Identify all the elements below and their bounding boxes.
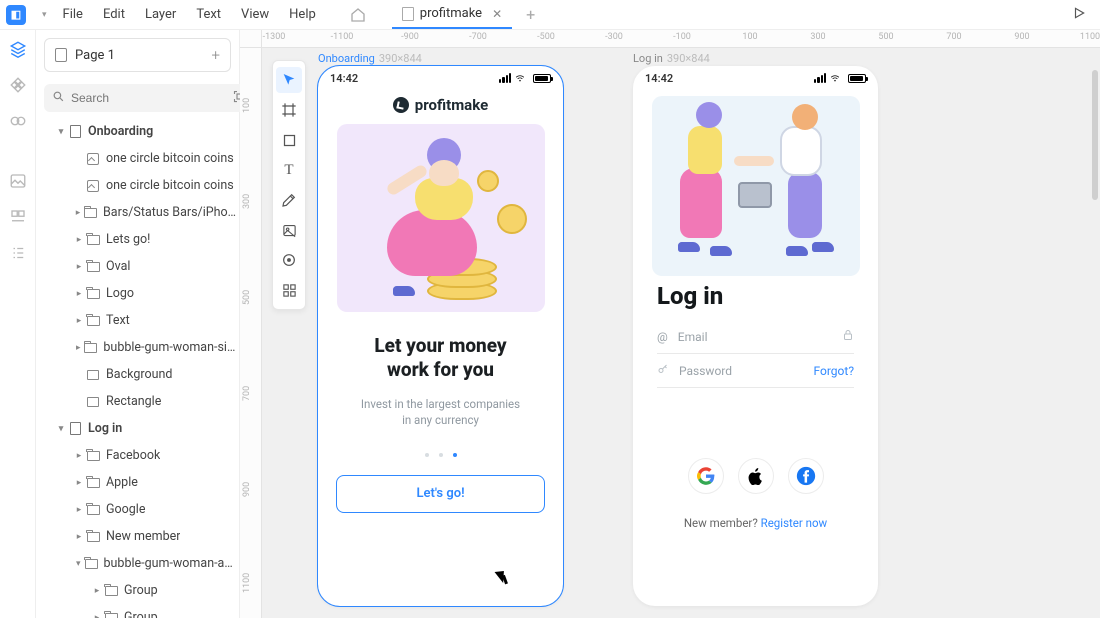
layer-row[interactable]: Background	[36, 361, 239, 388]
page-label: Page 1	[75, 48, 115, 63]
home-tab-icon[interactable]	[344, 1, 372, 29]
pen-tool-icon[interactable]	[276, 187, 302, 213]
rail-styles-icon[interactable]	[7, 206, 29, 228]
wifi-icon	[828, 73, 842, 83]
login-heading: Log in	[657, 282, 878, 310]
layer-row[interactable]: Rectangle	[36, 388, 239, 415]
battery-icon	[533, 74, 551, 83]
layer-row[interactable]: ▸Group	[36, 604, 239, 618]
wifi-icon	[513, 73, 527, 83]
layer-row[interactable]: ▸Google	[36, 496, 239, 523]
brand-logo: profitmake	[318, 96, 563, 114]
signal-icon	[499, 73, 511, 83]
file-icon	[402, 7, 414, 21]
layer-row[interactable]: ▸bubble-gum-woman-sits-on...	[36, 334, 239, 361]
menu-file[interactable]: File	[53, 3, 93, 26]
artboard-onboarding[interactable]: 14:42 profitmake	[318, 66, 563, 606]
status-indicators	[499, 73, 551, 83]
register-link[interactable]: Register now	[761, 516, 828, 530]
layer-row[interactable]: ▾bubble-gum-woman-and-m...	[36, 550, 239, 577]
menu-help[interactable]: Help	[279, 3, 326, 26]
key-icon	[657, 363, 669, 378]
menu-edit[interactable]: Edit	[93, 3, 135, 26]
signal-icon	[814, 73, 826, 83]
search-icon	[52, 90, 65, 107]
artboard-label-login[interactable]: Log in390×844	[633, 52, 710, 65]
lock-icon	[842, 329, 854, 344]
onboarding-headline: Let your moneywork for you	[318, 334, 563, 382]
rail-components-icon[interactable]	[7, 74, 29, 96]
search-box[interactable]	[44, 84, 255, 112]
tools-panel: T	[272, 60, 306, 310]
battery-icon	[848, 74, 866, 83]
document-tab-label: profitmake	[420, 6, 482, 21]
image-tool-icon[interactable]	[276, 217, 302, 243]
app-menu-caret[interactable]: ▾	[36, 10, 53, 20]
layer-row[interactable]: ▸Text	[36, 307, 239, 334]
status-time: 14:42	[645, 72, 673, 85]
cursor-icon	[495, 567, 510, 583]
add-page-icon[interactable]: +	[212, 46, 220, 64]
canvas-scrollbar[interactable]	[1092, 70, 1098, 200]
status-time: 14:42	[330, 72, 358, 85]
layer-row[interactable]: ▸Logo	[36, 280, 239, 307]
onboarding-illustration	[337, 124, 545, 312]
new-member-text: New member? Register now	[633, 516, 878, 530]
page-selector[interactable]: Page 1 +	[44, 38, 231, 72]
frame-tool-icon[interactable]	[276, 97, 302, 123]
rail-assets-icon[interactable]	[7, 110, 29, 132]
forgot-link[interactable]: Forgot?	[814, 364, 855, 378]
status-indicators	[814, 73, 866, 83]
document-tab[interactable]: profitmake ✕	[392, 1, 512, 29]
rail-image-icon[interactable]	[7, 170, 29, 192]
close-icon[interactable]: ✕	[492, 7, 502, 21]
onboarding-subtext: Invest in the largest companiesin any cu…	[318, 396, 563, 429]
layer-row[interactable]: one circle bitcoin coins	[36, 172, 239, 199]
new-tab-button[interactable]: +	[512, 5, 549, 24]
layer-row[interactable]: ▾Log in	[36, 415, 239, 442]
layer-row[interactable]: ▸New member	[36, 523, 239, 550]
artboard-login[interactable]: 14:42 Log in @ Email	[633, 66, 878, 606]
move-tool-icon[interactable]	[276, 67, 302, 93]
layer-row[interactable]: ▸Group	[36, 577, 239, 604]
layer-row[interactable]: ▸Lets go!	[36, 226, 239, 253]
rectangle-tool-icon[interactable]	[276, 127, 302, 153]
lets-go-button[interactable]: Let's go!	[336, 475, 545, 513]
apple-login-button[interactable]	[738, 458, 774, 494]
page-dots	[318, 453, 563, 457]
play-icon[interactable]	[1072, 6, 1094, 24]
text-tool-icon[interactable]: T	[276, 157, 302, 183]
menu-view[interactable]: View	[231, 3, 279, 26]
layer-row[interactable]: ▾Onboarding	[36, 118, 239, 145]
ruler-corner	[240, 30, 262, 48]
google-login-button[interactable]	[688, 458, 724, 494]
artboard-label-onboarding[interactable]: Onboarding390×844	[318, 52, 422, 65]
ruler-horizontal: -1300-1100-900-700-500-300-1001003005007…	[262, 30, 1100, 48]
layer-row[interactable]: ▸Oval	[36, 253, 239, 280]
page-icon	[55, 48, 67, 62]
search-input[interactable]	[71, 91, 226, 105]
app-logo[interactable]: ◧	[6, 5, 26, 25]
email-field[interactable]: @ Email	[657, 320, 854, 354]
login-illustration	[652, 96, 860, 276]
at-icon: @	[657, 330, 668, 344]
target-tool-icon[interactable]	[276, 247, 302, 273]
grid-tool-icon[interactable]	[276, 277, 302, 303]
layer-row[interactable]: ▸Apple	[36, 469, 239, 496]
menu-text[interactable]: Text	[186, 3, 231, 26]
layer-row[interactable]: ▸Facebook	[36, 442, 239, 469]
facebook-login-button[interactable]	[788, 458, 824, 494]
menu-layer[interactable]: Layer	[135, 3, 186, 26]
password-field[interactable]: Password Forgot?	[657, 354, 854, 388]
rail-list-icon[interactable]	[7, 242, 29, 264]
layer-row[interactable]: ▸Bars/Status Bars/iPhone/Lig...	[36, 199, 239, 226]
ruler-vertical: 1003005007009001100	[240, 48, 262, 618]
rail-layers-icon[interactable]	[7, 38, 29, 60]
layer-row[interactable]: one circle bitcoin coins	[36, 145, 239, 172]
